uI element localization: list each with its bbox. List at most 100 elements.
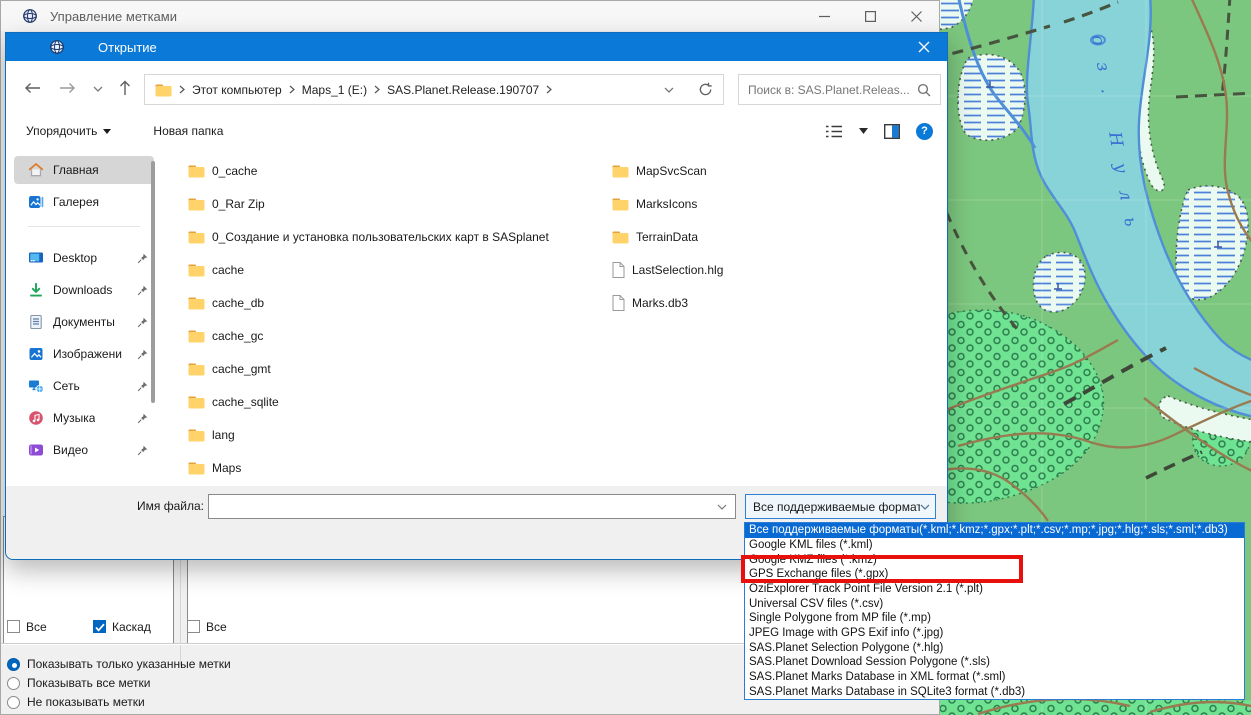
details-view-icon[interactable]: [825, 124, 843, 139]
preview-pane-icon[interactable]: [884, 124, 900, 139]
format-option-mp[interactable]: Single Polygone from MP file (*.mp): [745, 611, 1244, 626]
refresh-icon[interactable]: [698, 82, 713, 97]
sidebar-item-documents[interactable]: Документы: [14, 308, 154, 336]
back-button[interactable]: [24, 82, 41, 94]
search-icon: [917, 83, 931, 97]
checkbox-box[interactable]: [7, 620, 20, 633]
file-row[interactable]: cache: [188, 253, 588, 286]
radio-button[interactable]: [7, 696, 20, 709]
view-options-chevron[interactable]: [859, 128, 868, 134]
folder-icon: [188, 263, 205, 277]
sidebar-item-videos[interactable]: Видео: [14, 436, 154, 464]
file-name: LastSelection.hlg: [632, 263, 723, 277]
window-title: Управление метками: [50, 9, 177, 24]
screen: оз. Нуль Управление метками Все: [0, 0, 1251, 715]
format-option-db3[interactable]: SAS.Planet Marks Database in SQLite3 for…: [745, 684, 1244, 699]
close-window-button[interactable]: [893, 1, 939, 31]
recent-locations-chevron[interactable]: [93, 86, 103, 92]
checkbox-all-right[interactable]: Все: [187, 619, 227, 634]
folder-icon: [188, 164, 205, 178]
maximize-button[interactable]: [847, 1, 893, 31]
minimize-button[interactable]: [801, 1, 847, 31]
sidebar-scrollbar[interactable]: [151, 161, 155, 403]
file-name: TerrainData: [636, 230, 698, 244]
file-row[interactable]: 0_Rar Zip: [188, 187, 588, 220]
file-row[interactable]: cache_gc: [188, 319, 588, 352]
file-row[interactable]: LastSelection.hlg: [612, 253, 942, 286]
folder-icon: [188, 362, 205, 376]
file-row[interactable]: TerrainData: [612, 220, 942, 253]
radio-show-all[interactable]: Показывать все метки: [7, 675, 150, 691]
dialog-main: Главная Галерея Desktop Downloads: [6, 149, 947, 488]
organize-button[interactable]: Упорядочить: [26, 124, 111, 138]
document-icon: [28, 314, 44, 330]
sidebar-item-label: Главная: [53, 163, 99, 177]
file-row[interactable]: Maps: [188, 451, 588, 484]
sasplanet-app-icon: [22, 8, 38, 24]
file-name: cache_gc: [212, 329, 263, 343]
sidebar-item-desktop[interactable]: Desktop: [14, 244, 154, 272]
network-icon: [28, 378, 44, 394]
up-button[interactable]: [119, 80, 131, 96]
file-row[interactable]: cache_db: [188, 286, 588, 319]
checkbox-box-checked[interactable]: [93, 620, 106, 633]
sidebar-item-gallery[interactable]: Галерея: [14, 188, 154, 216]
video-icon: [28, 442, 44, 458]
file-format-dropdown: Все поддерживаемые форматы(*.kml;*.kmz;*…: [744, 522, 1245, 700]
sidebar-item-home[interactable]: Главная: [14, 156, 154, 184]
format-option-jpg[interactable]: JPEG Image with GPS Exif info (*.jpg): [745, 626, 1244, 641]
file-row[interactable]: cache_gmt: [188, 352, 588, 385]
file-name: cache_gmt: [212, 362, 271, 376]
file-row[interactable]: MarksIcons: [612, 187, 942, 220]
filetype-select[interactable]: Все поддерживаемые формат: [745, 494, 936, 519]
help-icon[interactable]: ?: [916, 123, 933, 140]
checkbox-cascade[interactable]: Каскад: [93, 619, 151, 634]
filename-history-chevron[interactable]: [717, 504, 727, 510]
address-dropdown-chevron[interactable]: [664, 87, 674, 93]
breadcrumb-folder[interactable]: SAS.Planet.Release.190707: [387, 83, 539, 97]
sidebar-item-music[interactable]: Музыка: [14, 404, 154, 432]
checkbox-box[interactable]: [187, 620, 200, 633]
format-option-sml[interactable]: SAS.Planet Marks Database in XML format …: [745, 670, 1244, 685]
file-row[interactable]: 0_cache: [188, 154, 588, 187]
filename-input[interactable]: [208, 494, 736, 519]
radio-button-selected[interactable]: [7, 658, 20, 671]
gallery-icon: [28, 194, 44, 210]
sidebar-item-label: Документы: [53, 315, 115, 329]
breadcrumb-this-pc[interactable]: Этот компьютер: [192, 83, 282, 97]
checkbox-all-left[interactable]: Все: [7, 619, 47, 634]
file-row[interactable]: Marks.db3: [612, 286, 942, 319]
close-dialog-button[interactable]: [905, 33, 943, 61]
file-row[interactable]: 0_Создание и установка пользовательских …: [188, 220, 588, 253]
format-option-csv[interactable]: Universal CSV files (*.csv): [745, 596, 1244, 611]
format-option-sls[interactable]: SAS.Planet Download Session Polygone (*.…: [745, 655, 1244, 670]
radio-button[interactable]: [7, 677, 20, 690]
file-row[interactable]: MapSvcScan: [612, 154, 942, 187]
file-name: cache_db: [212, 296, 264, 310]
pin-icon: [137, 349, 148, 360]
file-name: Marks.db3: [632, 296, 688, 310]
format-option-plt[interactable]: OziExplorer Track Point File Version 2.1…: [745, 582, 1244, 597]
gpx-highlight-box: [741, 555, 1023, 583]
breadcrumb-drive[interactable]: Maps_1 (E:): [302, 83, 367, 97]
folder-icon: [612, 164, 629, 178]
sidebar-item-network[interactable]: Сеть: [14, 372, 154, 400]
format-option-hlg[interactable]: SAS.Planet Selection Polygone (*.hlg): [745, 640, 1244, 655]
file-row[interactable]: cache_sqlite: [188, 385, 588, 418]
forward-button[interactable]: [59, 82, 76, 94]
folder-icon: [188, 296, 205, 310]
filetype-chevron: [920, 504, 930, 510]
file-row[interactable]: lang: [188, 418, 588, 451]
format-option-all-supported[interactable]: Все поддерживаемые форматы(*.kml;*.kmz;*…: [745, 523, 1244, 538]
format-option-kml[interactable]: Google KML files (*.kml): [745, 538, 1244, 553]
radio-show-only-specified[interactable]: Показывать только указанные метки: [7, 656, 231, 672]
sidebar: Главная Галерея Desktop Downloads: [14, 149, 154, 488]
folder-icon: [188, 428, 205, 442]
radio-hide-marks[interactable]: Не показывать метки: [7, 694, 145, 710]
breadcrumb: Этот компьютер Maps_1 (E:) SAS.Planet.Re…: [144, 74, 724, 105]
sidebar-item-pictures[interactable]: Изображени: [14, 340, 154, 368]
sidebar-item-downloads[interactable]: Downloads: [14, 276, 154, 304]
search-input[interactable]: Поиск в: SAS.Planet.Releas...: [738, 74, 941, 105]
new-folder-button[interactable]: Новая папка: [153, 124, 223, 138]
chevron-right-icon: [546, 85, 552, 94]
